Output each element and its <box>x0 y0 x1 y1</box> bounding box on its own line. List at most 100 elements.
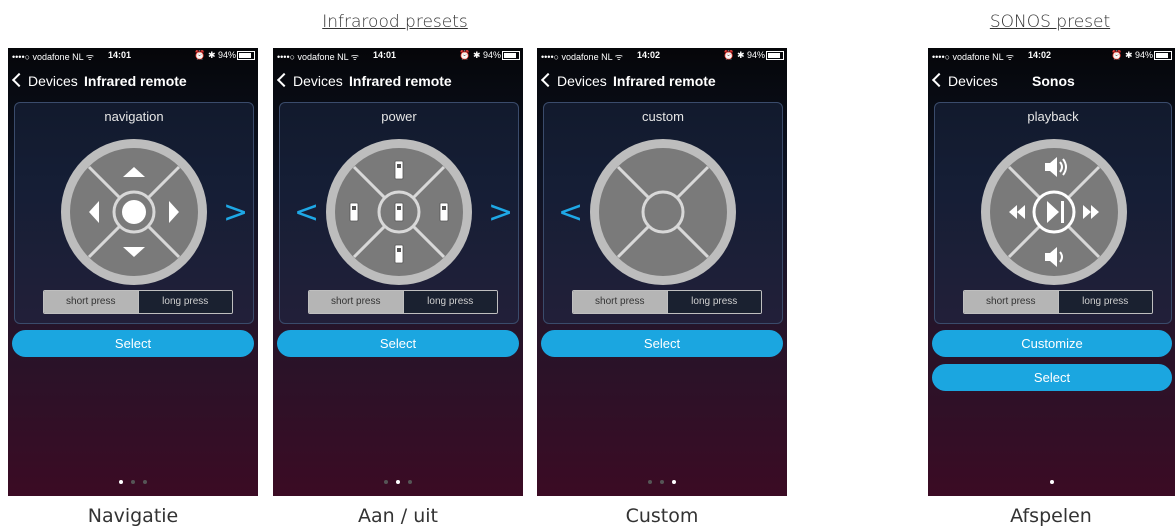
nav-title: Infrared remote <box>349 73 452 89</box>
next-page-icon[interactable]: > <box>223 195 248 230</box>
chevron-left-icon <box>276 72 292 88</box>
power-remote-icon[interactable] <box>394 202 404 222</box>
status-icons: ⏰ ✱ 94% <box>723 50 765 60</box>
panel-title: navigation <box>104 109 164 124</box>
chevron-left-icon <box>931 72 947 88</box>
infrared-presets-heading: Infrarood presets <box>322 12 468 32</box>
power-remote-icon[interactable] <box>394 160 404 180</box>
battery-icon <box>237 51 255 60</box>
status-time: 14:02 <box>637 50 661 60</box>
panel-title: power <box>381 109 417 124</box>
long-press-option[interactable]: long press <box>666 291 761 313</box>
back-label: Devices <box>293 73 343 89</box>
remote-panel: custom < short press long press <box>543 102 783 324</box>
nav-bar: Devices Infrared remote <box>273 70 523 94</box>
status-time: 14:02 <box>1028 50 1052 60</box>
status-time: 14:01 <box>108 50 132 60</box>
short-press-option[interactable]: short press <box>964 291 1058 313</box>
sonos-preset-heading: SONOS preset <box>989 12 1111 32</box>
back-label: Devices <box>28 73 78 89</box>
caption-aan-uit: Aan / uit <box>358 505 438 527</box>
chevron-left-icon <box>540 72 556 88</box>
remote-panel: navigation > short press long press <box>14 102 254 324</box>
phone-navigation: ••••○ vodafone NL ᯤ 14:01 ⏰ ✱ 94% Device… <box>8 48 258 496</box>
status-bar: ••••○ vodafone NL ᯤ 14:01 ⏰ ✱ 94% <box>8 48 258 62</box>
short-press-option[interactable]: short press <box>309 291 403 313</box>
caption-navigatie: Navigatie <box>87 505 179 527</box>
page-dot <box>408 480 412 484</box>
press-toggle[interactable]: short press long press <box>43 290 233 314</box>
prev-page-icon[interactable]: < <box>294 195 319 230</box>
status-bar: ••••○ vodafone NL ᯤ 14:01 ⏰ ✱ 94% <box>273 48 523 62</box>
page-dot <box>119 480 123 484</box>
page-indicator <box>273 480 523 484</box>
page-dot <box>384 480 388 484</box>
caption-afspelen: Afspelen <box>1010 505 1092 527</box>
long-press-option[interactable]: long press <box>137 291 232 313</box>
panel-title: custom <box>642 109 684 124</box>
select-button[interactable]: Select <box>12 330 254 357</box>
phone-sonos: ••••○ vodafone NL ᯤ 14:02 ⏰ ✱ 94% Device… <box>928 48 1175 496</box>
chevron-left-icon <box>11 72 27 88</box>
carrier-text: ••••○ vodafone NL ᯤ <box>541 52 623 62</box>
status-bar: ••••○ vodafone NL ᯤ 14:02 ⏰ ✱ 94% <box>537 48 787 62</box>
page-dot <box>660 480 664 484</box>
long-press-option[interactable]: long press <box>402 291 497 313</box>
status-icons: ⏰ ✱ 94% <box>459 50 501 60</box>
page-dot <box>143 480 147 484</box>
battery-icon <box>1154 51 1172 60</box>
page-dot <box>396 480 400 484</box>
page-indicator <box>8 480 258 484</box>
navigation-dpad-icon <box>61 139 207 285</box>
page-dot <box>672 480 676 484</box>
remote-panel: power < > short press long press <box>279 102 519 324</box>
press-toggle[interactable]: short press long press <box>572 290 762 314</box>
select-button[interactable]: Select <box>932 364 1172 391</box>
page-indicator <box>537 480 787 484</box>
battery-icon <box>502 51 520 60</box>
back-button[interactable]: Devices <box>276 72 343 89</box>
nav-title: Sonos <box>1032 73 1075 89</box>
nav-title: Infrared remote <box>84 73 187 89</box>
pause-bar-icon <box>1061 201 1064 223</box>
next-page-icon[interactable]: > <box>488 195 513 230</box>
nav-bar: Devices Infrared remote <box>8 70 258 94</box>
status-bar: ••••○ vodafone NL ᯤ 14:02 ⏰ ✱ 94% <box>928 48 1175 62</box>
select-button[interactable]: Select <box>541 330 783 357</box>
power-remote-icon[interactable] <box>349 202 359 222</box>
short-press-option[interactable]: short press <box>44 291 138 313</box>
nav-bar: Devices Infrared remote <box>537 70 787 94</box>
press-toggle[interactable]: short press long press <box>308 290 498 314</box>
page-dot <box>648 480 652 484</box>
power-remote-icon[interactable] <box>439 202 449 222</box>
back-button[interactable]: Devices <box>540 72 607 89</box>
caption-custom: Custom <box>625 505 699 527</box>
power-remote-icon[interactable] <box>394 244 404 264</box>
phone-power: ••••○ vodafone NL ᯤ 14:01 ⏰ ✱ 94% Device… <box>273 48 523 496</box>
ok-button[interactable] <box>122 200 146 224</box>
back-button[interactable]: Devices <box>931 72 998 89</box>
carrier-text: ••••○ vodafone NL ᯤ <box>12 52 94 62</box>
prev-page-icon[interactable]: < <box>558 195 583 230</box>
status-icons: ⏰ ✱ 94% <box>194 50 236 60</box>
carrier-text: ••••○ vodafone NL ᯤ <box>932 52 1014 62</box>
custom-dpad-icon <box>590 139 736 285</box>
playback-dpad-icon <box>981 139 1127 285</box>
power-dpad-icon <box>326 139 472 285</box>
back-label: Devices <box>948 73 998 89</box>
back-label: Devices <box>557 73 607 89</box>
status-time: 14:01 <box>373 50 397 60</box>
customize-button[interactable]: Customize <box>932 330 1172 357</box>
panel-title: playback <box>1027 109 1079 124</box>
nav-bar: Devices Sonos <box>928 70 1175 94</box>
short-press-option[interactable]: short press <box>573 291 667 313</box>
back-button[interactable]: Devices <box>11 72 78 89</box>
phone-custom: ••••○ vodafone NL ᯤ 14:02 ⏰ ✱ 94% Device… <box>537 48 787 496</box>
remote-panel: playback short press long press <box>934 102 1172 324</box>
page-dot <box>1049 480 1054 484</box>
long-press-option[interactable]: long press <box>1057 291 1152 313</box>
page-indicator <box>928 480 1175 484</box>
page-dot <box>131 480 135 484</box>
select-button[interactable]: Select <box>277 330 519 357</box>
press-toggle[interactable]: short press long press <box>963 290 1153 314</box>
